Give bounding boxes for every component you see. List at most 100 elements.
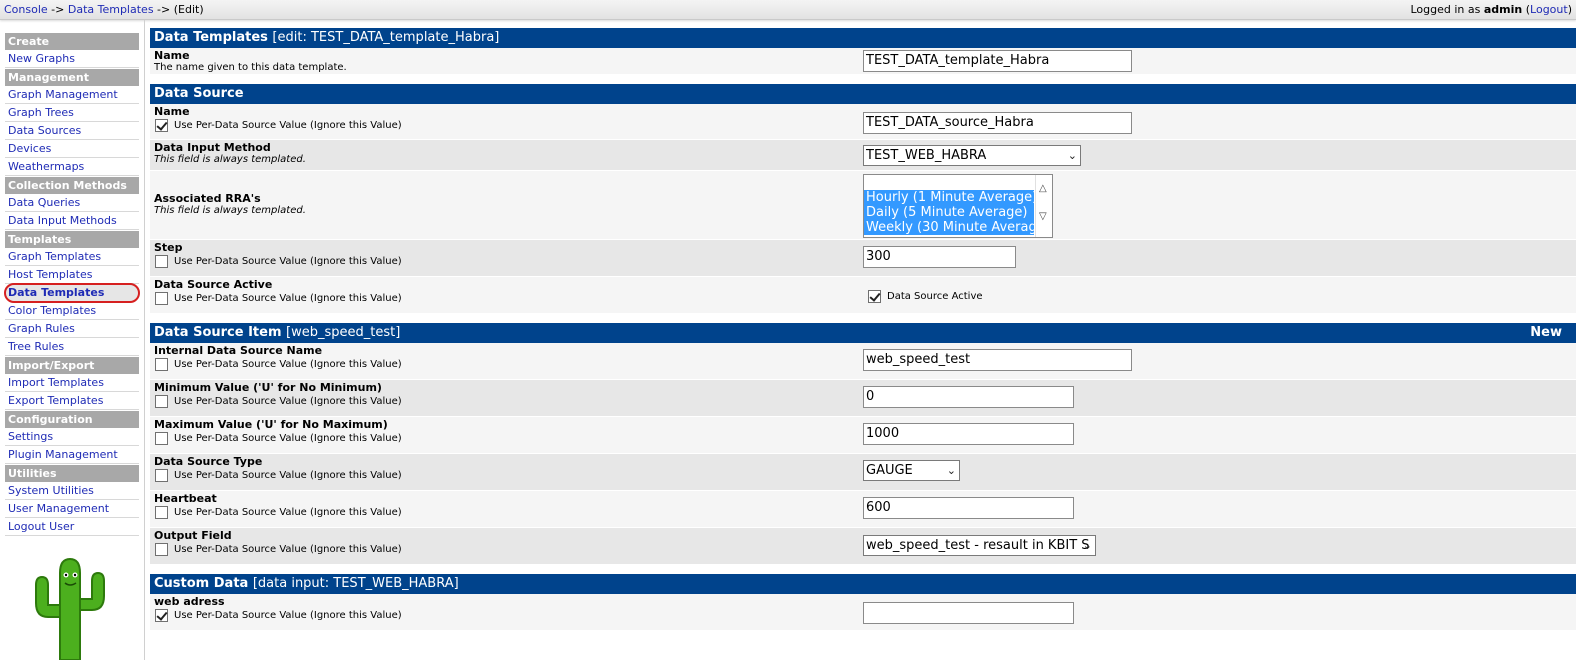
menu-item-graph-rules[interactable]: Graph Rules: [5, 320, 139, 338]
menu-item-user-management[interactable]: User Management: [5, 500, 139, 518]
checkbox-label: Use Per-Data Source Value (Ignore this V…: [174, 433, 402, 444]
breadcrumb-data-templates-link[interactable]: Data Templates: [68, 3, 154, 16]
logout-link[interactable]: Logout: [1530, 3, 1568, 16]
minimum-value-input[interactable]: 0: [863, 386, 1074, 408]
new-item-link[interactable]: New: [1530, 323, 1562, 343]
menu-item-weathermaps[interactable]: Weathermaps: [5, 158, 139, 176]
per-ds-option: Use Per-Data Source Value (Ignore this V…: [154, 358, 402, 371]
per-ds-option: Use Per-Data Source Value (Ignore this V…: [154, 255, 402, 268]
menu-item-settings[interactable]: Settings: [5, 428, 139, 446]
field-label: Name: [154, 49, 190, 62]
checkbox-icon[interactable]: [155, 119, 168, 132]
heartbeat-input[interactable]: 600: [863, 497, 1074, 519]
row-data-source-active: Data Source Active Use Per-Data Source V…: [150, 277, 1576, 314]
maximum-value-input[interactable]: 1000: [863, 423, 1074, 445]
menu-item-new-graphs[interactable]: New Graphs: [5, 50, 139, 68]
menu-item-tree-rules[interactable]: Tree Rules: [5, 338, 139, 356]
step-input[interactable]: 300: [863, 246, 1016, 268]
data-source-type-select[interactable]: GAUGE ⌄: [863, 460, 960, 481]
row-minimum-value: Minimum Value ('U' for No Minimum) Use P…: [150, 380, 1576, 417]
label-column: Associated RRA's This field is always te…: [154, 193, 306, 217]
listbox-option-weekly[interactable]: Weekly (30 Minute Average): [864, 220, 1050, 235]
listbox-option-daily[interactable]: Daily (5 Minute Average): [864, 205, 1034, 220]
checkbox-icon[interactable]: [155, 506, 168, 519]
checkbox-icon[interactable]: [155, 255, 168, 268]
row-maximum-value: Maximum Value ('U' for No Maximum) Use P…: [150, 417, 1576, 454]
menu-item-import-templates[interactable]: Import Templates: [5, 374, 139, 392]
field-label: Minimum Value ('U' for No Minimum): [154, 381, 382, 394]
cactus-logo-icon: [35, 557, 105, 660]
chevron-down-icon[interactable]: ▽: [1039, 211, 1047, 222]
checkbox-icon[interactable]: [155, 543, 168, 556]
menu-item-logout-user[interactable]: Logout User: [5, 518, 139, 536]
section-title: Data Templates: [154, 30, 268, 45]
label-column: Data Source Active Use Per-Data Source V…: [154, 279, 402, 305]
breadcrumb-separator: ->: [51, 3, 65, 16]
field-description: The name given to this data template.: [154, 62, 347, 73]
template-name-input[interactable]: TEST_DATA_template_Habra: [863, 50, 1132, 72]
field-label: Internal Data Source Name: [154, 344, 323, 357]
row-associated-rras: Associated RRA's This field is always te…: [150, 171, 1576, 240]
menu-item-graph-trees[interactable]: Graph Trees: [5, 104, 139, 122]
top-bar: Console -> Data Templates -> (Edit) Logg…: [0, 0, 1576, 20]
field-label: Associated RRA's: [154, 192, 261, 205]
menu-item-export-templates[interactable]: Export Templates: [5, 392, 139, 410]
label-column: Name Use Per-Data Source Value (Ignore t…: [154, 106, 402, 132]
section-data-source-item: Data Source Item [web_speed_test] New In…: [150, 323, 1576, 565]
checkbox-icon[interactable]: [155, 395, 168, 408]
data-input-method-select[interactable]: TEST_WEB_HABRA ⌄: [863, 145, 1081, 166]
section-header-custom-data: Custom Data [data input: TEST_WEB_HABRA]: [150, 574, 1576, 594]
breadcrumb-console-link[interactable]: Console: [4, 3, 48, 16]
menu-item-color-templates[interactable]: Color Templates: [5, 302, 139, 320]
menu-item-data-sources[interactable]: Data Sources: [5, 122, 139, 140]
menu-item-data-input-methods[interactable]: Data Input Methods: [5, 212, 139, 230]
menu-item-devices[interactable]: Devices: [5, 140, 139, 158]
checkbox-icon[interactable]: [868, 290, 881, 303]
checkbox-icon[interactable]: [155, 609, 168, 622]
sidebar: Create New Graphs Management Graph Manag…: [0, 20, 145, 660]
checkbox-label: Use Per-Data Source Value (Ignore this V…: [174, 507, 402, 518]
menu-item-data-templates[interactable]: Data Templates: [4, 283, 140, 303]
section-title: Data Source Item: [154, 325, 282, 340]
chevron-down-icon: ⌄: [946, 464, 956, 477]
menu-item-plugin-management[interactable]: Plugin Management: [5, 446, 139, 464]
menu-item-graph-templates[interactable]: Graph Templates: [5, 248, 139, 266]
per-ds-option: Use Per-Data Source Value (Ignore this V…: [154, 609, 402, 622]
source-name-input[interactable]: TEST_DATA_source_Habra: [863, 112, 1132, 134]
field-label: Heartbeat: [154, 492, 217, 505]
sidebar-menu: Create New Graphs Management Graph Manag…: [4, 32, 140, 536]
internal-ds-name-input[interactable]: web_speed_test: [863, 349, 1132, 371]
output-field-select[interactable]: web_speed_test - resault in KBIT S ⌄: [863, 535, 1096, 556]
checkbox-label: Use Per-Data Source Value (Ignore this V…: [174, 293, 402, 304]
menu-item-host-templates[interactable]: Host Templates: [5, 266, 139, 284]
associated-rras-listbox[interactable]: Hourly (1 Minute Average) Daily (5 Minut…: [863, 174, 1053, 238]
listbox-scrollbar[interactable]: △ ▽: [1035, 175, 1052, 237]
listbox-option[interactable]: [864, 175, 1034, 190]
label-column: Output Field Use Per-Data Source Value (…: [154, 530, 402, 556]
section-data-source: Data Source Name Use Per-Data Source Val…: [150, 84, 1576, 314]
field-label: Data Source Active: [154, 278, 273, 291]
checkbox-icon[interactable]: [155, 469, 168, 482]
field-label: web adress: [154, 595, 225, 608]
per-ds-option: Use Per-Data Source Value (Ignore this V…: [154, 292, 402, 305]
menu-item-system-utilities[interactable]: System Utilities: [5, 482, 139, 500]
row-heartbeat: Heartbeat Use Per-Data Source Value (Ign…: [150, 491, 1576, 528]
checkbox-icon[interactable]: [155, 358, 168, 371]
checkbox-label: Use Per-Data Source Value (Ignore this V…: [174, 544, 402, 555]
menu-item-graph-management[interactable]: Graph Management: [5, 86, 139, 104]
field-label: Output Field: [154, 529, 232, 542]
checkbox-icon[interactable]: [155, 292, 168, 305]
row-step: Step Use Per-Data Source Value (Ignore t…: [150, 240, 1576, 277]
per-ds-option: Use Per-Data Source Value (Ignore this V…: [154, 469, 402, 482]
label-column: Heartbeat Use Per-Data Source Value (Ign…: [154, 493, 402, 519]
label-column: Step Use Per-Data Source Value (Ignore t…: [154, 242, 402, 268]
chevron-up-icon[interactable]: △: [1039, 183, 1047, 194]
web-address-input[interactable]: [863, 602, 1074, 624]
row-web-address: web adress Use Per-Data Source Value (Ig…: [150, 594, 1576, 631]
menu-header-create: Create: [5, 33, 139, 50]
menu-item-data-queries[interactable]: Data Queries: [5, 194, 139, 212]
listbox-option-hourly[interactable]: Hourly (1 Minute Average): [864, 190, 1037, 205]
row-data-input-method: Data Input Method This field is always t…: [150, 140, 1576, 171]
field-label: Step: [154, 241, 183, 254]
checkbox-icon[interactable]: [155, 432, 168, 445]
